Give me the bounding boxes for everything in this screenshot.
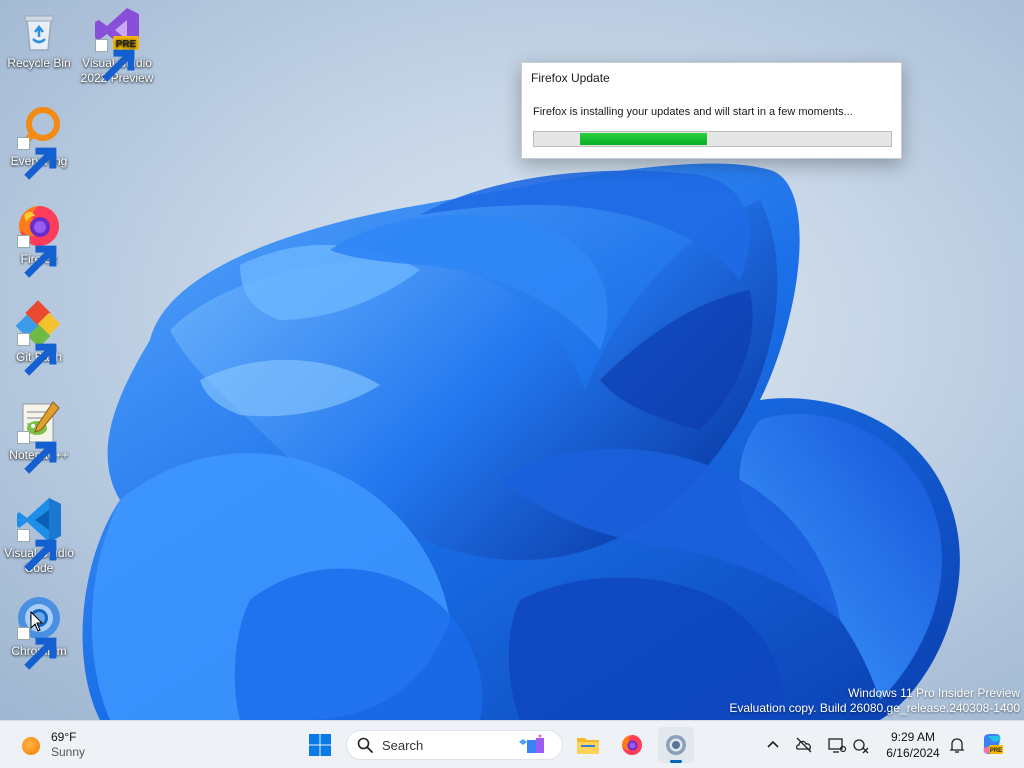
watermark-line-1: Windows 11 Pro Insider Preview <box>848 686 1020 700</box>
clock-date: 6/16/2024 <box>886 746 940 760</box>
tray-display[interactable] <box>828 736 846 754</box>
active-app-indicator <box>670 760 682 763</box>
firefox-icon <box>622 735 642 755</box>
copilot-pre-badge: PRE <box>990 748 1002 754</box>
desktop-icon-label: Recycle Bin <box>7 56 71 70</box>
dialog-message: Firefox is installing your updates and w… <box>533 106 853 118</box>
notification-center-button[interactable] <box>948 736 966 754</box>
chromium-icon <box>666 735 686 755</box>
shortcut-arrow-icon <box>17 431 57 474</box>
watermark-line-2: Evaluation copy. Build 26080.ge_release.… <box>729 701 1020 715</box>
recycle-bin-icon <box>15 6 63 54</box>
notification-bell-icon <box>949 738 965 753</box>
taskbar[interactable]: 69°F Sunny Search 9:29 AM 6/16/2024 PRE <box>0 720 1024 768</box>
sun-icon <box>22 737 40 755</box>
evaluation-watermark: Windows 11 Pro Insider Preview Evaluatio… <box>729 686 1020 716</box>
taskbar-chromium[interactable] <box>658 727 694 763</box>
chevron-up-icon <box>767 740 779 748</box>
copilot-icon[interactable]: PRE <box>980 732 1004 756</box>
desktop-icon-recycle-bin[interactable]: Recycle Bin <box>0 6 78 71</box>
desktop[interactable]: Recycle Bin PRE Visual Studio 2022 Previ… <box>0 0 1024 720</box>
search-highlight-icon <box>519 734 544 753</box>
visual-studio-preview-icon: PRE <box>93 6 141 82</box>
taskbar-search-box[interactable]: Search <box>346 730 563 760</box>
desktop-icon-visual-studio-preview[interactable]: PRE Visual Studio 2022 Preview <box>78 6 156 86</box>
firefox-icon <box>15 202 63 278</box>
shortcut-arrow-icon <box>17 333 57 376</box>
weather-condition: Sunny <box>51 745 86 759</box>
firefox-update-dialog[interactable]: Firefox Update Firefox is installing you… <box>521 62 902 159</box>
weather-temperature: 69°F <box>51 730 77 744</box>
search-placeholder: Search <box>382 738 424 753</box>
taskbar-clock[interactable]: 9:29 AM 6/16/2024 <box>878 729 948 761</box>
network-icon <box>853 739 869 754</box>
taskbar-file-explorer[interactable] <box>570 727 606 763</box>
search-icon <box>357 737 373 753</box>
git-bash-icon <box>15 300 63 376</box>
windows-start-icon <box>309 734 331 756</box>
vscode-icon <box>15 496 63 572</box>
desktop-icon-git-bash[interactable]: Git Bash <box>0 300 78 376</box>
onedrive-offline-icon <box>795 737 812 753</box>
desktop-icon-everything[interactable]: Everything <box>0 104 78 180</box>
everything-search-icon <box>15 104 63 180</box>
taskbar-firefox[interactable] <box>614 727 650 763</box>
shortcut-arrow-icon <box>17 627 57 670</box>
start-button[interactable] <box>302 727 338 763</box>
clock-time: 9:29 AM <box>890 730 936 744</box>
shortcut-arrow-icon <box>17 529 57 572</box>
desktop-icon-firefox[interactable]: Firefox <box>0 202 78 278</box>
progress-fill <box>580 133 707 145</box>
notepad-plus-plus-icon <box>15 398 63 474</box>
mouse-cursor-icon <box>30 611 44 632</box>
tray-network[interactable] <box>852 736 870 754</box>
shortcut-arrow-icon <box>95 39 135 82</box>
update-progress-bar <box>533 131 892 147</box>
desktop-icon-notepad-plus-plus[interactable]: Notepad++ <box>0 398 78 474</box>
folder-icon <box>577 738 599 754</box>
show-hidden-icons-button[interactable] <box>764 736 782 754</box>
desktop-icon-vscode[interactable]: Visual Studio Code <box>0 496 78 576</box>
tray-onedrive[interactable] <box>795 736 813 754</box>
shortcut-arrow-icon <box>17 235 57 278</box>
dialog-title: Firefox Update <box>531 71 610 85</box>
display-icon <box>828 738 846 753</box>
shortcut-arrow-icon <box>17 137 57 180</box>
